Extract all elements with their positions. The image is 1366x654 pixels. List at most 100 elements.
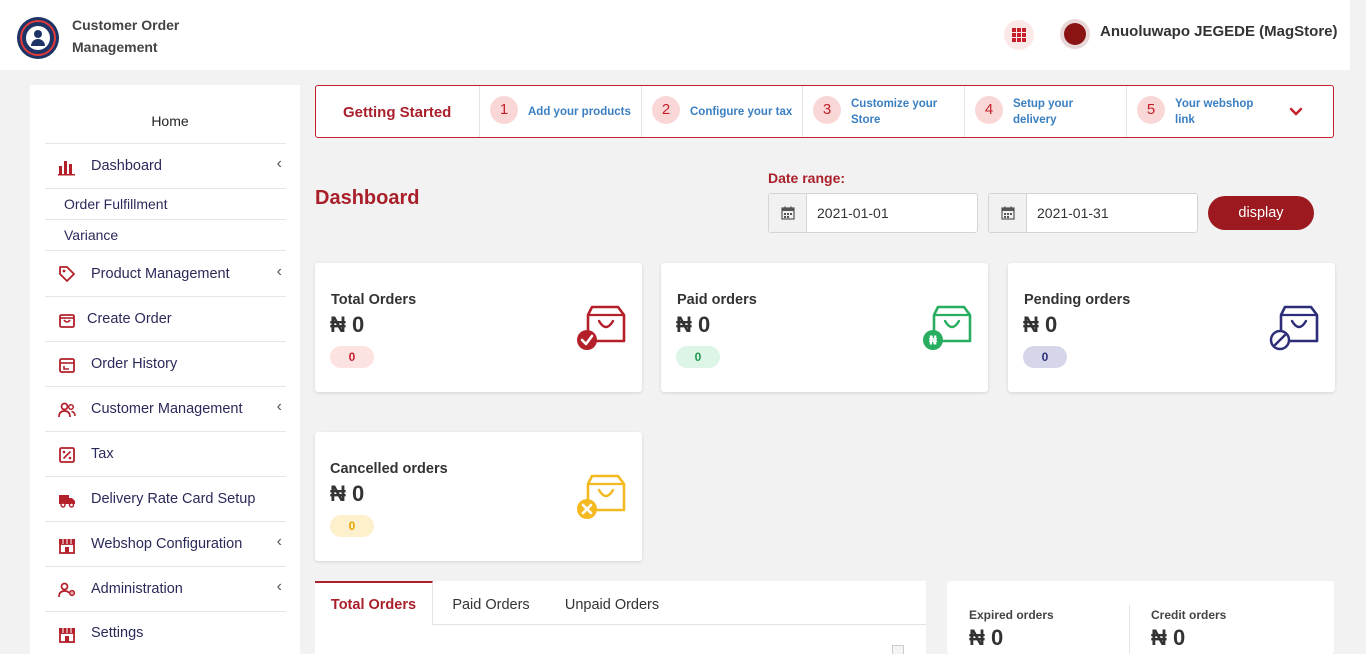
date-from-field[interactable] xyxy=(768,193,978,233)
app-title: Customer Order Management xyxy=(72,17,180,55)
step-number: 4 xyxy=(975,96,1003,124)
user-gear-icon xyxy=(58,581,76,599)
scroll-up-icon[interactable] xyxy=(892,645,904,654)
total-orders-card[interactable]: Total Orders ₦ 0 0 xyxy=(315,263,642,392)
tag-icon xyxy=(58,265,76,283)
card-value: ₦ 0 xyxy=(330,312,365,337)
stat-title: Expired orders xyxy=(969,608,1054,622)
getting-started-step-5[interactable]: 5 Your webshop link xyxy=(1126,86,1276,137)
step-link[interactable]: Setup your delivery xyxy=(1013,86,1119,137)
paid-orders-card[interactable]: Paid orders ₦ 0 0 ₦ xyxy=(661,263,988,392)
step-link[interactable]: Your webshop link xyxy=(1175,86,1269,137)
svg-text:₦: ₦ xyxy=(929,334,938,348)
calendar-icon[interactable] xyxy=(989,194,1027,232)
sidebar-home-link[interactable]: Home xyxy=(30,113,310,129)
chevron-left-icon[interactable]: ‹ xyxy=(277,155,282,173)
app-logo[interactable] xyxy=(17,17,59,59)
bag-naira-icon: ₦ xyxy=(922,303,972,351)
getting-started-bar: Getting Started 1 Add your products 2 Confi… xyxy=(315,85,1334,138)
chevron-left-icon[interactable]: ‹ xyxy=(277,263,282,281)
date-to-input[interactable] xyxy=(1037,203,1187,223)
store-icon xyxy=(58,536,76,554)
top-bar: Customer Order Management Anuoluwapo JEG… xyxy=(0,0,1350,70)
sidebar-item-label: Variance xyxy=(64,227,119,243)
chevron-down-icon[interactable] xyxy=(1288,104,1308,120)
sidebar-item-tax[interactable]: Tax xyxy=(45,431,286,476)
bag-icon xyxy=(58,311,76,329)
sidebar-item-variance[interactable]: Variance xyxy=(45,219,286,250)
tab-unpaid-orders[interactable]: Unpaid Orders xyxy=(555,581,669,625)
expired-orders-stat: Expired orders ₦ 0 xyxy=(947,581,1129,654)
card-value: ₦ 0 xyxy=(1023,312,1058,337)
date-to-field[interactable] xyxy=(988,193,1198,233)
step-link[interactable]: Customize your Store xyxy=(851,86,957,137)
calendar-icon[interactable] xyxy=(769,194,807,232)
calendar-icon xyxy=(58,356,76,374)
user-name[interactable]: Anuoluwapo JEGEDE (MagStore) xyxy=(1100,23,1338,40)
tab-paid-orders[interactable]: Paid Orders xyxy=(441,581,541,625)
sidebar-item-create-order[interactable]: Create Order xyxy=(45,296,286,341)
stat-value: ₦ 0 xyxy=(969,625,1004,650)
sidebar-item-dashboard[interactable]: Dashboard ‹ xyxy=(45,143,286,188)
orders-tabs-panel: Total Orders Paid Orders Unpaid Orders xyxy=(315,581,926,654)
getting-started-step-4[interactable]: 4 Setup your delivery xyxy=(964,86,1126,137)
sidebar-item-label: Dashboard xyxy=(91,158,162,174)
step-link[interactable]: Add your products xyxy=(528,86,634,137)
bar-chart-icon xyxy=(58,158,76,176)
card-title: Total Orders xyxy=(331,292,417,308)
tab-total-orders[interactable]: Total Orders xyxy=(315,581,433,625)
card-title: Paid orders xyxy=(677,292,757,308)
sidebar-item-settings[interactable]: Settings xyxy=(45,611,286,654)
page-title: Dashboard xyxy=(315,187,420,209)
cancelled-orders-card[interactable]: Cancelled orders ₦ 0 0 xyxy=(315,432,642,561)
sidebar-item-label: Order History xyxy=(91,356,178,372)
chevron-left-icon[interactable]: ‹ xyxy=(277,578,282,596)
getting-started-step-1[interactable]: 1 Add your products xyxy=(479,86,641,137)
getting-started-step-2[interactable]: 2 Configure your tax xyxy=(641,86,802,137)
card-value: ₦ 0 xyxy=(676,312,711,337)
step-number: 5 xyxy=(1137,96,1165,124)
apps-grid-icon[interactable] xyxy=(1004,20,1034,50)
getting-started-step-3[interactable]: 3 Customize your Store xyxy=(802,86,964,137)
step-number: 3 xyxy=(813,96,841,124)
count-badge: 0 xyxy=(330,515,374,537)
chevron-left-icon[interactable]: ‹ xyxy=(277,533,282,551)
avatar[interactable] xyxy=(1060,19,1090,49)
sidebar-item-webshop-configuration[interactable]: Webshop Configuration ‹ xyxy=(45,521,286,566)
step-link[interactable]: Configure your tax xyxy=(690,86,795,137)
date-from-input[interactable] xyxy=(817,203,967,223)
sidebar-item-label: Product Management xyxy=(91,266,230,282)
sidebar-item-delivery-rate-card-setup[interactable]: Delivery Rate Card Setup xyxy=(45,476,286,521)
bag-check-icon xyxy=(576,303,626,351)
sidebar-item-label: Administration xyxy=(91,581,183,597)
extra-stats-panel: Expired orders ₦ 0 Credit orders ₦ 0 xyxy=(947,581,1334,654)
stat-title: Credit orders xyxy=(1151,608,1227,622)
display-button[interactable]: display xyxy=(1208,196,1314,230)
credit-orders-stat: Credit orders ₦ 0 xyxy=(1129,581,1334,654)
sidebar-item-label: Tax xyxy=(91,446,114,462)
sidebar-item-label: Create Order xyxy=(87,311,172,327)
divider xyxy=(433,624,926,625)
step-number: 2 xyxy=(652,96,680,124)
count-badge: 0 xyxy=(1023,346,1067,368)
store-icon xyxy=(58,625,76,643)
bag-cancel-icon xyxy=(576,472,626,520)
card-value: ₦ 0 xyxy=(330,481,365,506)
sidebar-item-order-fulfillment[interactable]: Order Fulfillment xyxy=(45,188,286,219)
sidebar-item-administration[interactable]: Administration ‹ xyxy=(45,566,286,611)
sidebar-item-label: Webshop Configuration xyxy=(91,536,243,552)
bag-blocked-icon xyxy=(1269,303,1319,351)
getting-started-title: Getting Started xyxy=(343,104,452,121)
date-range-label: Date range: xyxy=(768,170,846,186)
count-badge: 0 xyxy=(330,346,374,368)
card-title: Pending orders xyxy=(1024,292,1131,308)
sidebar-item-label: Settings xyxy=(91,625,144,641)
sidebar-item-label: Customer Management xyxy=(91,401,243,417)
pending-orders-card[interactable]: Pending orders ₦ 0 0 xyxy=(1008,263,1335,392)
sidebar-item-order-history[interactable]: Order History xyxy=(45,341,286,386)
step-number: 1 xyxy=(490,96,518,124)
chevron-left-icon[interactable]: ‹ xyxy=(277,398,282,416)
sidebar-item-customer-management[interactable]: Customer Management ‹ xyxy=(45,386,286,431)
sidebar-item-label: Delivery Rate Card Setup xyxy=(91,491,256,507)
sidebar-item-product-management[interactable]: Product Management ‹ xyxy=(45,250,286,296)
